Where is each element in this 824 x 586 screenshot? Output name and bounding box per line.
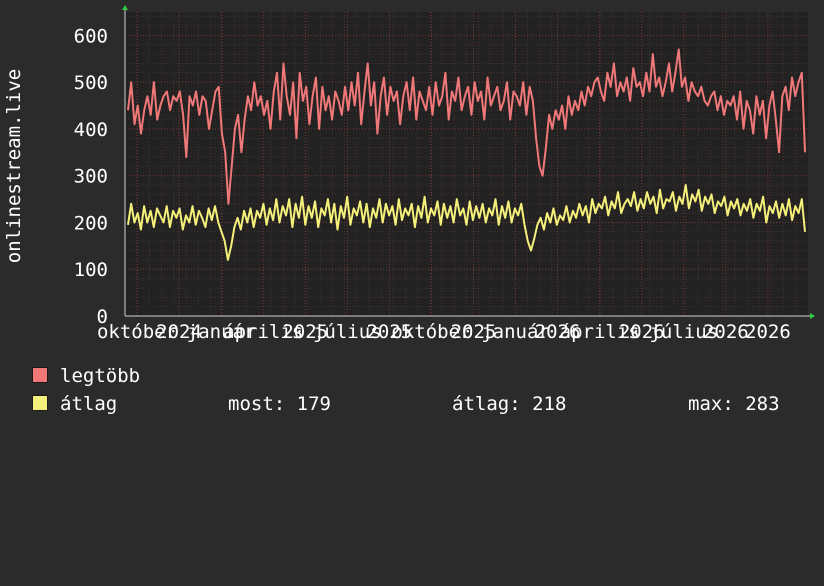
x-axis-arrow-icon <box>810 313 815 319</box>
y-tick-label: 500 <box>74 72 108 94</box>
legend-swatch-max <box>32 367 48 383</box>
stat-now: most: 179 <box>228 393 331 415</box>
legend-label-max: legtöbb <box>60 365 141 387</box>
y-tick-label: 200 <box>74 212 108 234</box>
x-tick-label: 2026 <box>745 321 791 343</box>
y-tick-label: 100 <box>74 259 108 281</box>
legend-item-max: legtöbb <box>30 362 140 390</box>
legend-label-avg: átlag <box>60 393 118 415</box>
y-axis-arrow-icon <box>122 5 128 10</box>
y-tick-label: 400 <box>74 119 108 141</box>
line-chart: 0100200300400500600október2024januárápri… <box>3 5 815 343</box>
stat-average: átlag: 218 <box>452 393 567 415</box>
x-tick-label: 2026 <box>703 321 749 343</box>
legend-swatch-avg <box>32 395 48 411</box>
stat-max: max: 283 <box>688 393 780 415</box>
legend-item-avg: átlag most: 179 átlag: 218 max: 283 <box>30 390 780 418</box>
y-axis-title: onlinestream.live <box>3 69 25 263</box>
y-tick-label: 300 <box>74 166 108 188</box>
chart-grid-minor <box>125 12 808 316</box>
y-tick-label: 600 <box>74 25 108 47</box>
legend: legtöbb átlag most: 179 átlag: 218 max: … <box>30 362 780 418</box>
